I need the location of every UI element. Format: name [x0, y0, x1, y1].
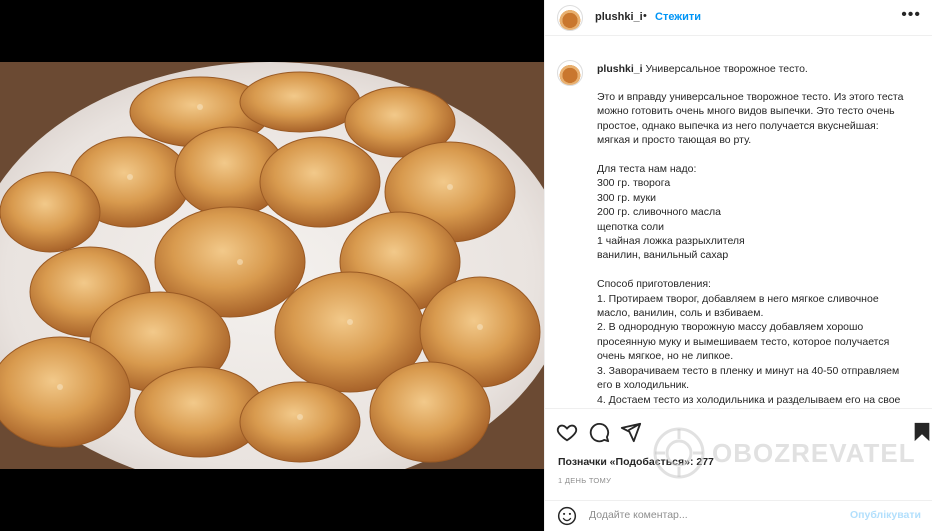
step-line: 2. В однородную творожную массу добавляе…: [597, 321, 864, 334]
step-line: масло, ванилин, соль и взбиваем.: [597, 307, 764, 320]
step-line: очень мягкое, но не липкое.: [597, 350, 734, 363]
pastry-photo: [0, 62, 544, 469]
comment-input[interactable]: [589, 509, 849, 521]
step-line: 1. Протираем творог, добавляем в него мя…: [597, 292, 879, 305]
username[interactable]: plushki_i: [595, 11, 643, 23]
ingredient-line: щепотка соли: [597, 220, 665, 233]
separator-dot: •: [643, 10, 647, 22]
caption-body: Это и вправду универсальное творожное те…: [597, 90, 919, 408]
comment-icon[interactable]: [588, 421, 610, 443]
step-line: Способ приготовления:: [597, 278, 711, 291]
post-comment-button[interactable]: Опублікувати: [850, 509, 921, 521]
step-line: просеянную муку и вымешиваем тесто, кото…: [597, 335, 890, 348]
post-time[interactable]: 1 ДЕНЬ ТОМУ: [558, 476, 611, 485]
post-image[interactable]: [0, 62, 544, 469]
heart-icon[interactable]: [556, 421, 578, 443]
avatar[interactable]: [557, 5, 583, 31]
likes-count[interactable]: Позначки «Подобається»: 277: [558, 456, 714, 468]
ingredient-line: 200 гр. сливочного масла: [597, 206, 721, 219]
follow-button[interactable]: Стежити: [655, 11, 701, 23]
caption-line: Это и вправду универсальное творожное те…: [597, 91, 904, 103]
ingredient-line: ванилин, ванильный сахар: [597, 249, 729, 262]
caption-title: Универсальное творожное тесто.: [645, 63, 808, 75]
step-line: 3. Заворачиваем тесто в пленку и минут н…: [597, 364, 900, 377]
ingredient-line: 300 гр. муки: [597, 191, 656, 204]
emoji-icon[interactable]: [557, 506, 577, 526]
share-icon[interactable]: [620, 421, 642, 443]
more-icon[interactable]: •••: [901, 6, 921, 24]
caption-line: мягкая и просто тающая во рту.: [597, 134, 752, 147]
caption-username[interactable]: plushki_i: [597, 63, 643, 75]
caption-title-line: plushki_i Универсальное творожное тесто.: [597, 63, 808, 75]
action-bar: [545, 408, 932, 452]
caption: plushki_i Универсальное творожное тесто.…: [545, 48, 932, 408]
ingredient-line: 300 гр. творога: [597, 177, 671, 190]
caption-ingredients: Для теста нам надо: 300 гр. творога 300 …: [597, 162, 919, 263]
post-panel: plushki_i • Стежити ••• plushki_i Универ…: [544, 0, 932, 531]
step-line: его в холодильник.: [597, 379, 690, 392]
ingredient-line: 1 чайная ложка разрыхлителя: [597, 235, 745, 248]
comment-bar: Опублікувати: [545, 500, 932, 531]
caption-intro: Это и вправду универсальное творожное те…: [597, 90, 919, 148]
bookmark-icon[interactable]: [911, 421, 932, 443]
post-header: plushki_i • Стежити •••: [545, 0, 932, 36]
caption-avatar[interactable]: [557, 60, 583, 86]
caption-line: можно готовить очень много видов выпечки…: [597, 105, 895, 118]
caption-steps: Способ приготовления: 1. Протираем творо…: [597, 277, 919, 407]
ingredient-line: Для теста нам надо:: [597, 163, 697, 176]
caption-line: простое, однако выпечка из него получает…: [597, 119, 879, 132]
step-line: 4. Достаем тесто из холодильника и разде…: [597, 393, 901, 406]
